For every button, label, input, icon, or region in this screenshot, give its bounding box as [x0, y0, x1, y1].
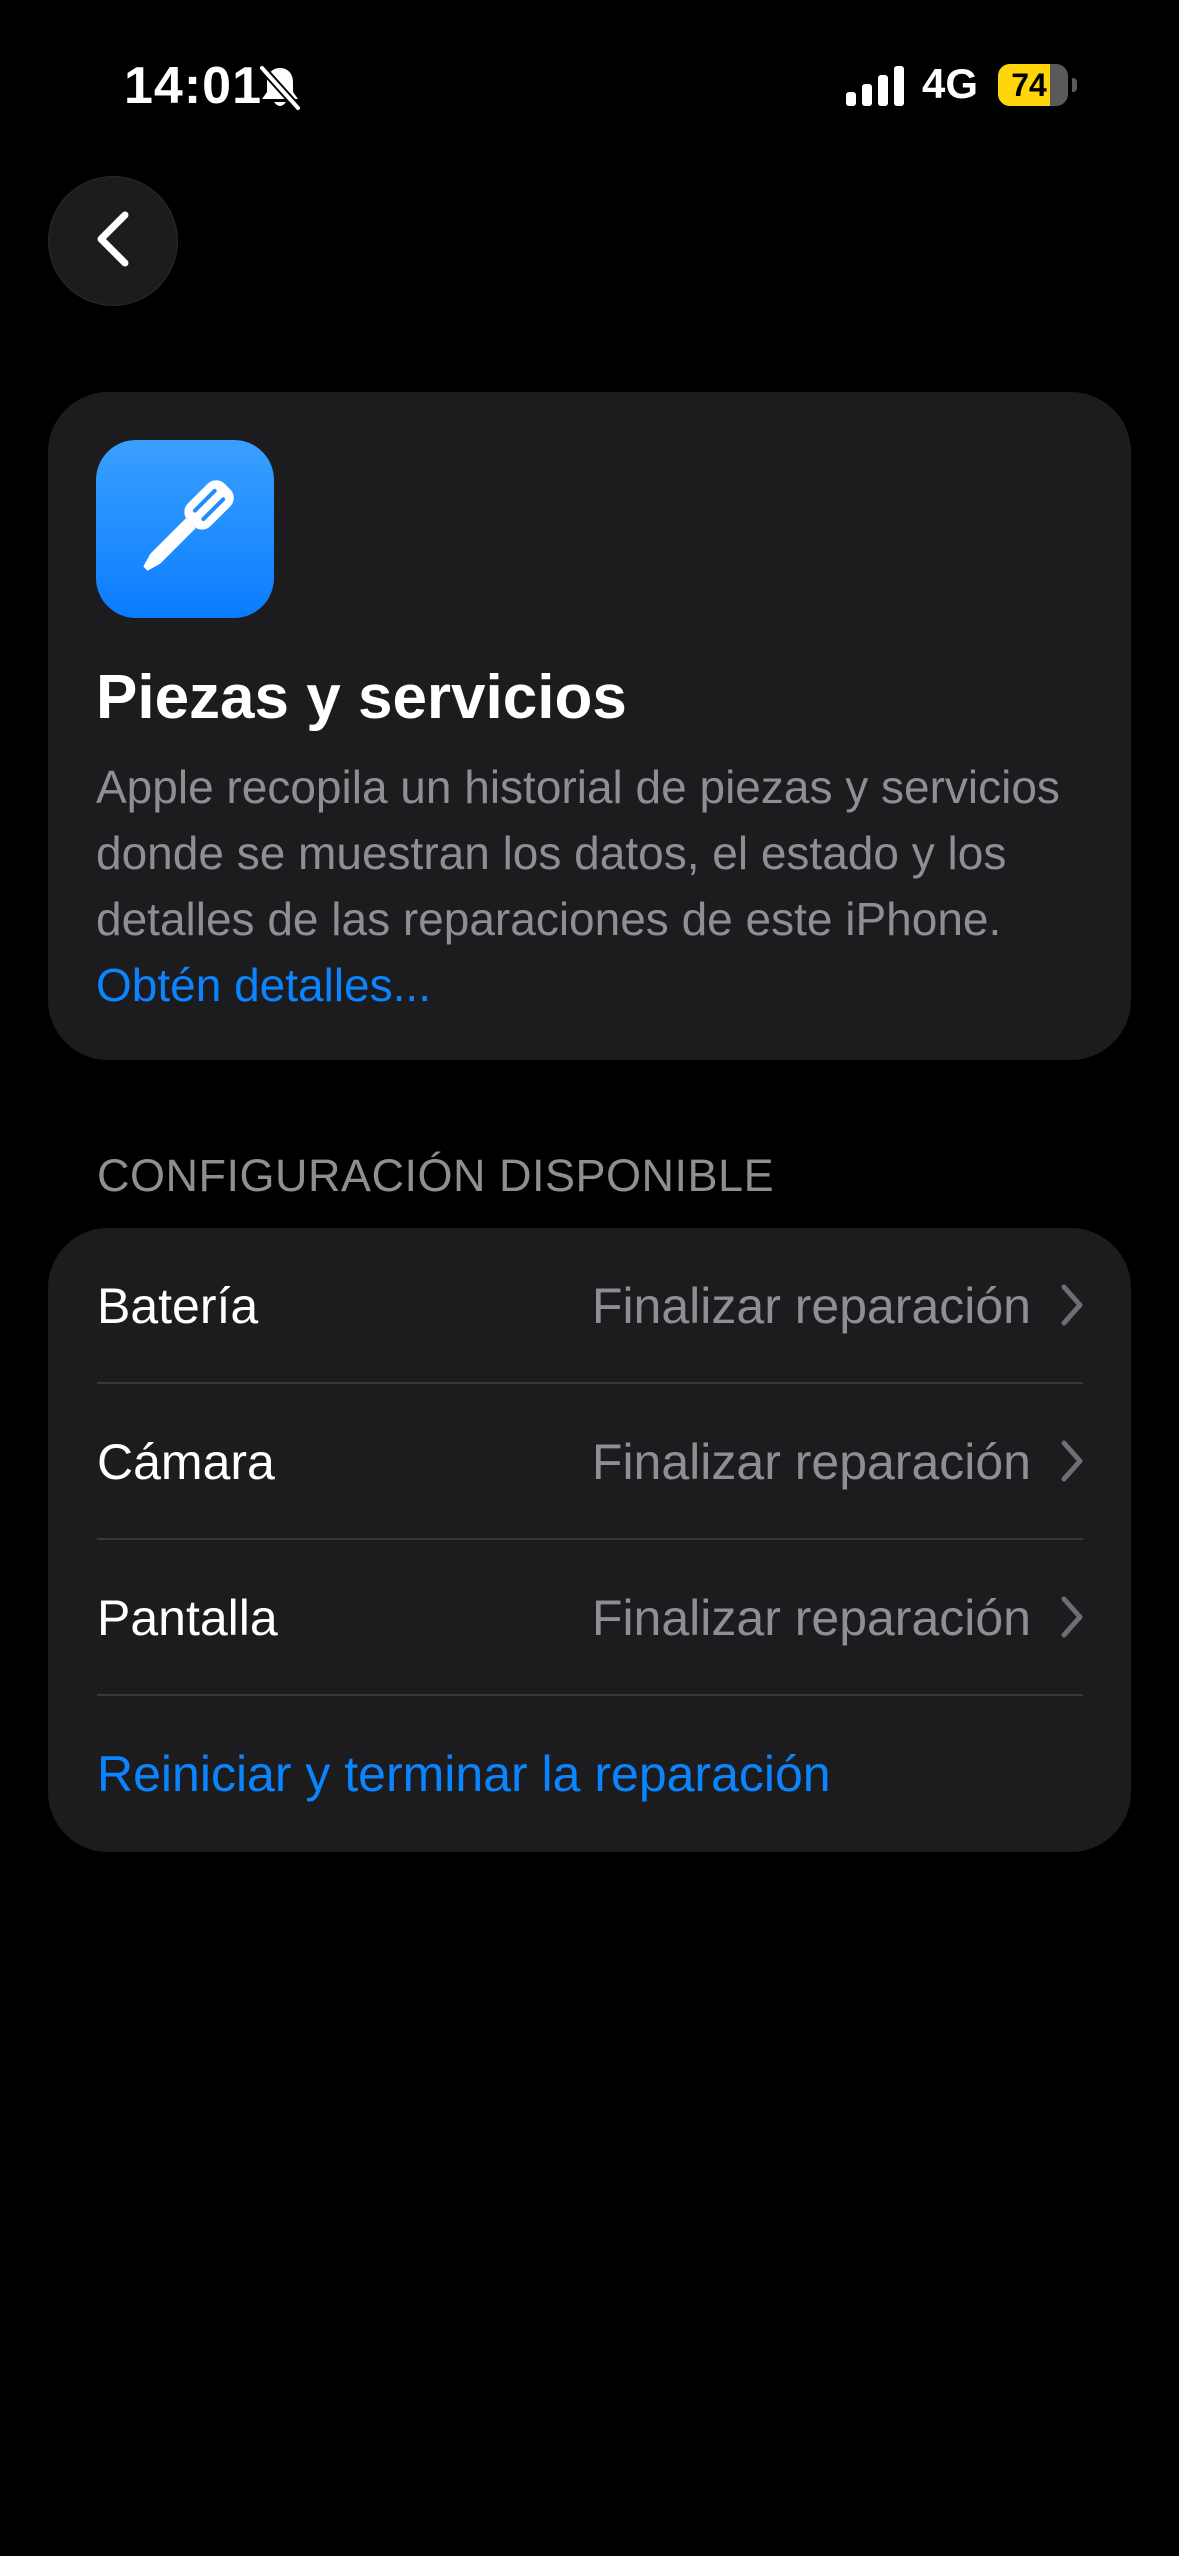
section-header: CONFIGURACIÓN DISPONIBLE: [97, 1150, 775, 1201]
battery-indicator: 74: [998, 64, 1077, 106]
bell-slash-icon: [258, 64, 302, 117]
row-value: Finalizar reparación: [591, 1434, 1031, 1490]
row-battery[interactable]: Batería Finalizar reparación: [48, 1228, 1131, 1384]
card-title: Piezas y servicios: [96, 663, 627, 732]
row-label: Cámara: [97, 1434, 275, 1490]
learn-more-link[interactable]: Obtén detalles...: [96, 959, 431, 1011]
row-value: Finalizar reparación: [591, 1278, 1031, 1334]
row-value: Finalizar reparación: [591, 1590, 1031, 1646]
restart-finish-repair-button[interactable]: Reiniciar y terminar la reparación: [48, 1696, 1131, 1852]
description-text: Apple recopila un historial de piezas y …: [96, 761, 1060, 945]
row-label: Batería: [97, 1278, 259, 1334]
info-card: Piezas y servicios Apple recopila un his…: [48, 392, 1131, 1060]
chevron-right-icon: [1059, 1282, 1085, 1333]
chevron-left-icon: [93, 209, 133, 274]
status-bar: 14:01 4G 74: [0, 0, 1179, 170]
cellular-signal-icon: [846, 66, 906, 111]
chevron-right-icon: [1059, 1438, 1085, 1489]
chevron-right-icon: [1059, 1594, 1085, 1645]
row-camera[interactable]: Cámara Finalizar reparación: [48, 1384, 1131, 1540]
network-type: 4G: [922, 60, 979, 107]
status-time: 14:01: [124, 57, 262, 115]
back-button[interactable]: [48, 176, 178, 306]
action-label: Reiniciar y terminar la reparación: [97, 1746, 831, 1802]
card-description: Apple recopila un historial de piezas y …: [96, 754, 1096, 1018]
row-label: Pantalla: [97, 1590, 278, 1646]
screwdriver-icon: [96, 440, 274, 618]
settings-list: Batería Finalizar reparación Cámara Fina…: [48, 1228, 1131, 1852]
battery-level: 74: [1011, 67, 1047, 103]
row-display[interactable]: Pantalla Finalizar reparación: [48, 1540, 1131, 1696]
